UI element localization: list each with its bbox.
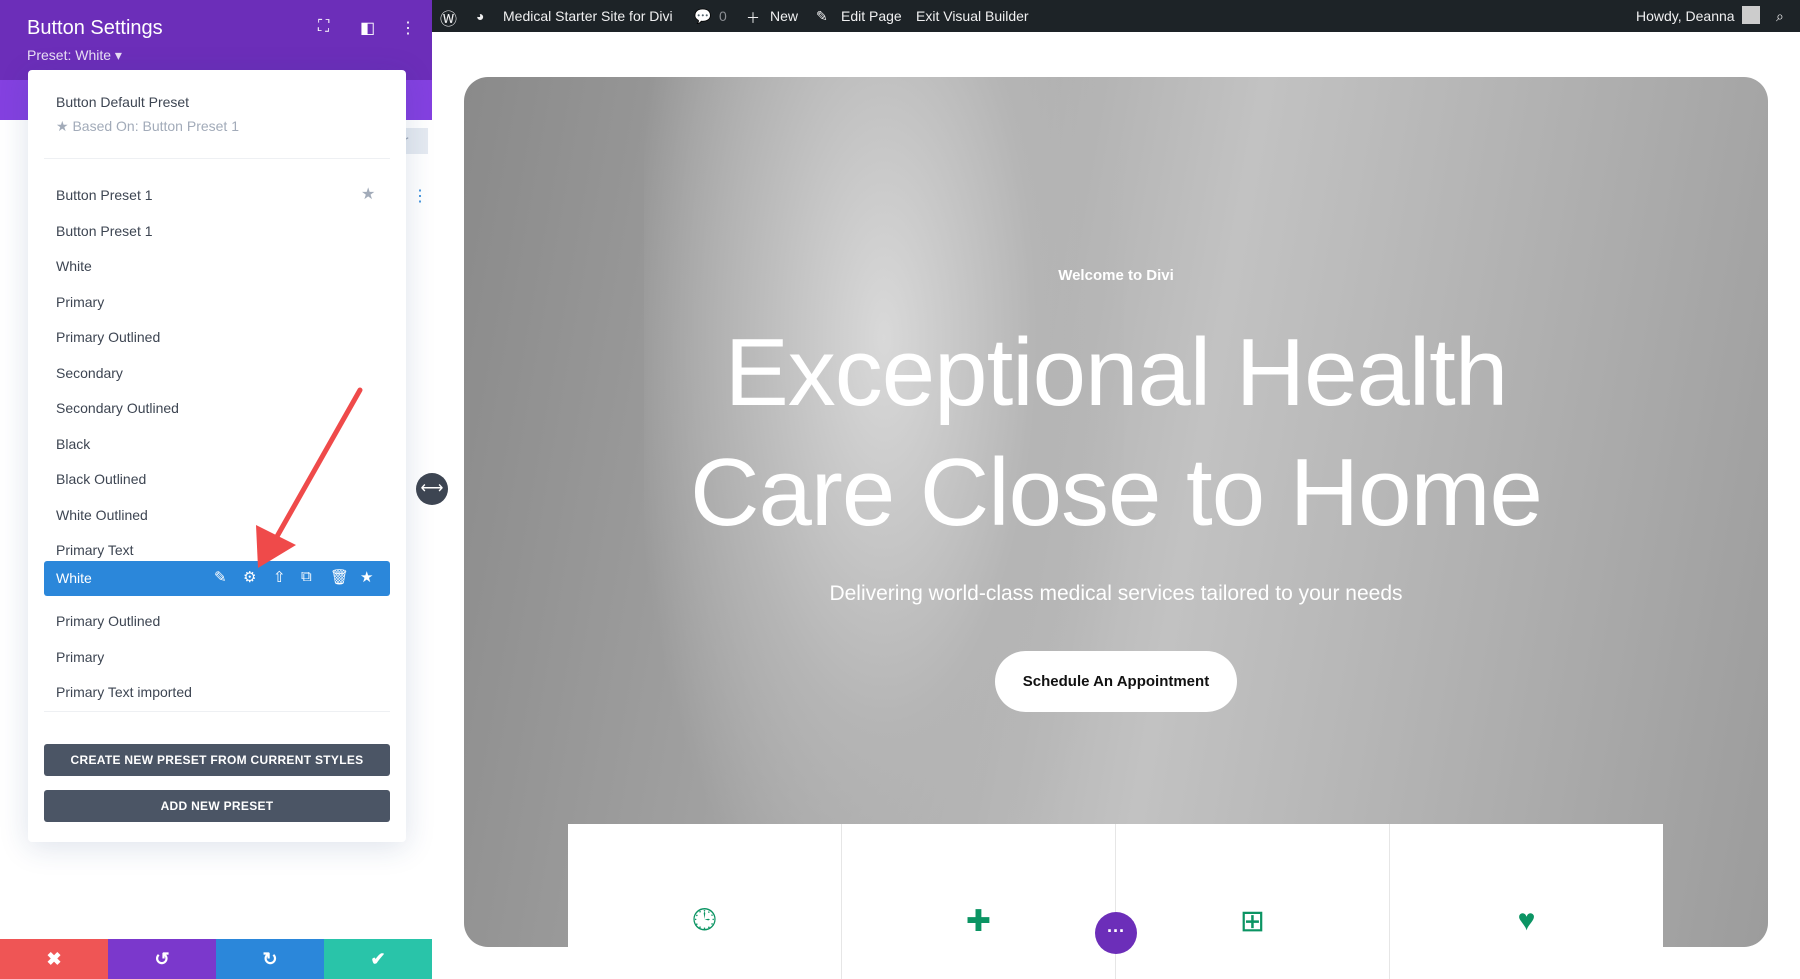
feature-card: ✚ bbox=[842, 824, 1116, 979]
settings-sidebar: Button Settings Preset: White ▾ ⛶ ◧ ⋮ er… bbox=[0, 0, 432, 979]
preset-dropdown[interactable]: Preset: White ▾ bbox=[27, 47, 122, 64]
resize-handle-icon[interactable]: ⟷ bbox=[416, 473, 448, 505]
based-on-text: Based On: Button Preset 1 bbox=[72, 118, 239, 134]
schedule-appointment-button[interactable]: Schedule An Appointment bbox=[995, 651, 1237, 712]
new-link[interactable]: New bbox=[770, 8, 798, 24]
feature-cards: 🕒︎ ✚ ⊞ ♥ bbox=[568, 824, 1663, 979]
hero-headline: Exceptional Health Care Close to Home bbox=[464, 313, 1768, 553]
fullscreen-icon[interactable]: ⛶ bbox=[318, 18, 329, 36]
search-icon[interactable]: ⌕ bbox=[1776, 8, 1784, 25]
preset-item[interactable]: White Outlined bbox=[56, 507, 148, 523]
close-icon[interactable]: ✖ bbox=[0, 939, 108, 979]
preset-menu: Button Default Preset ★ Based On: Button… bbox=[28, 70, 406, 842]
feature-card: ♥ bbox=[1390, 824, 1663, 979]
divider bbox=[44, 711, 390, 712]
preset-item[interactable]: Button Preset 1 bbox=[56, 223, 153, 239]
clock-icon: 🕒︎ bbox=[692, 904, 717, 937]
star-icon[interactable]: ★ bbox=[361, 184, 375, 204]
export-icon[interactable]: ⇧ bbox=[273, 568, 286, 586]
star-icon: ★ bbox=[56, 118, 69, 134]
pencil-icon: ✎ bbox=[816, 8, 828, 24]
dashboard-icon: ◕ bbox=[476, 8, 485, 24]
heart-icon: ♥ bbox=[1517, 904, 1536, 937]
panel-header: Button Settings Preset: White ▾ ⛶ ◧ ⋮ bbox=[0, 0, 432, 80]
medical-kit-icon: ⊞ bbox=[1239, 905, 1266, 938]
feature-card: ⊞ bbox=[1116, 824, 1390, 979]
chat-plus-icon: ✚ bbox=[965, 905, 992, 938]
preset-item[interactable]: Primary bbox=[56, 294, 104, 310]
plus-icon: ＋ bbox=[746, 10, 760, 26]
feature-card: 🕒︎ bbox=[568, 824, 842, 979]
check-icon[interactable]: ✔ bbox=[324, 939, 432, 979]
duplicate-icon[interactable]: ⧉ bbox=[301, 568, 312, 585]
layout-icon[interactable]: ◧ bbox=[360, 18, 375, 38]
hero-welcome: Welcome to Divi bbox=[1058, 267, 1174, 284]
panel-footer: ✖ ↺ ↻ ✔ bbox=[0, 939, 432, 979]
star-icon[interactable]: ★ bbox=[360, 568, 373, 586]
preset-item[interactable]: Primary bbox=[56, 649, 104, 665]
more-options-button[interactable]: ··· bbox=[1095, 912, 1137, 954]
edit-icon[interactable]: ✎ bbox=[214, 568, 227, 586]
headline-line: Care Close to Home bbox=[690, 439, 1543, 546]
preset-item[interactable]: Primary Text imported bbox=[56, 684, 192, 700]
kebab-icon[interactable]: ⋮ bbox=[412, 186, 428, 206]
default-preset-title[interactable]: Button Default Preset bbox=[56, 94, 189, 110]
wp-admin-bar: Ⓦ ◕ Medical Starter Site for Divi 💬 0 ＋ … bbox=[432, 0, 1800, 32]
preset-item[interactable]: Primary Outlined bbox=[56, 329, 160, 345]
preset-item[interactable]: Black Outlined bbox=[56, 471, 146, 487]
create-preset-button[interactable]: CREATE NEW PRESET FROM CURRENT STYLES bbox=[44, 744, 390, 776]
divider bbox=[44, 158, 390, 159]
redo-icon[interactable]: ↻ bbox=[216, 939, 324, 979]
trash-icon[interactable]: 🗑 bbox=[330, 568, 349, 586]
hero-subtitle: Delivering world-class medical services … bbox=[829, 582, 1403, 605]
preset-item[interactable]: Secondary bbox=[56, 365, 123, 381]
preset-item[interactable]: Primary Text bbox=[56, 542, 134, 558]
site-name-link[interactable]: Medical Starter Site for Divi bbox=[503, 8, 673, 24]
exit-visual-builder-link[interactable]: Exit Visual Builder bbox=[916, 8, 1029, 24]
avatar[interactable] bbox=[1742, 6, 1760, 24]
panel-title: Button Settings bbox=[27, 17, 163, 39]
hero-section: Welcome to Divi Exceptional Health Care C… bbox=[464, 77, 1768, 947]
edit-page-link[interactable]: Edit Page bbox=[841, 8, 902, 24]
preset-item[interactable]: Button Preset 1 bbox=[56, 187, 153, 203]
preset-item[interactable]: Black bbox=[56, 436, 90, 452]
comment-count[interactable]: 0 bbox=[719, 8, 727, 24]
comment-icon[interactable]: 💬 bbox=[694, 8, 711, 25]
gear-icon[interactable]: ⚙ bbox=[243, 568, 256, 586]
based-on-label: ★ Based On: Button Preset 1 bbox=[56, 118, 239, 135]
selected-preset-label: White bbox=[56, 570, 92, 586]
wordpress-icon[interactable]: Ⓦ bbox=[440, 5, 457, 30]
preset-item-selected[interactable]: White ✎ ⚙ ⇧ ⧉ 🗑 ★ bbox=[44, 561, 390, 596]
more-options-icon[interactable]: ⋮ bbox=[400, 18, 416, 38]
preset-item[interactable]: Secondary Outlined bbox=[56, 400, 179, 416]
preset-item[interactable]: White bbox=[56, 258, 92, 274]
howdy-user[interactable]: Howdy, Deanna bbox=[1636, 8, 1735, 24]
undo-icon[interactable]: ↺ bbox=[108, 939, 216, 979]
preset-item[interactable]: Primary Outlined bbox=[56, 613, 160, 629]
headline-line: Exceptional Health bbox=[724, 319, 1508, 426]
add-preset-button[interactable]: ADD NEW PRESET bbox=[44, 790, 390, 822]
